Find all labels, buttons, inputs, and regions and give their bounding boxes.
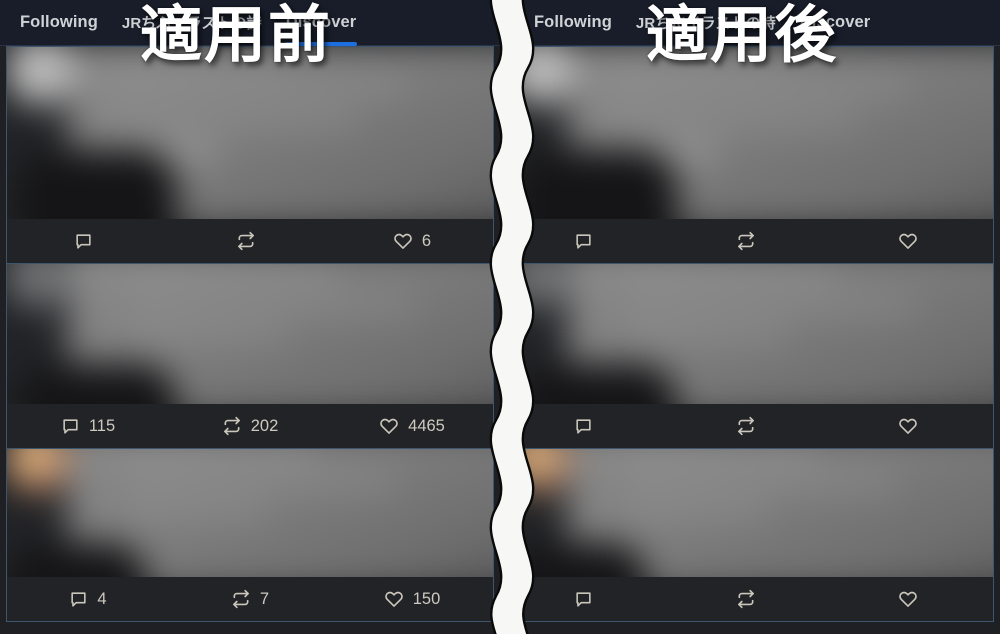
comment-count: 115	[88, 416, 116, 435]
like-action[interactable]	[831, 577, 993, 621]
heart-icon	[379, 416, 399, 436]
like-action[interactable]: 6	[331, 219, 493, 263]
comment-icon	[574, 590, 593, 609]
post-actions: 115 202 4465	[7, 404, 493, 448]
comment-icon	[74, 232, 93, 251]
post-actions: 6	[7, 219, 493, 263]
repost-count: 7	[259, 589, 270, 608]
heart-icon	[384, 589, 404, 609]
feed-after	[500, 46, 1000, 622]
comment-icon	[61, 417, 80, 436]
caption-before: 適用前	[140, 0, 333, 71]
comparison-screenshot: Following JRちぶイラストの詩 Discover 6 115 202 …	[0, 0, 1000, 634]
heart-icon	[393, 231, 413, 251]
post-content-blurred	[507, 47, 993, 219]
panel-after: Following JRちぶイラストの詩 Discover	[500, 0, 1000, 634]
comment-icon	[574, 417, 593, 436]
heart-icon	[898, 231, 918, 251]
repost-icon	[231, 589, 251, 609]
heart-icon	[898, 589, 918, 609]
post-actions	[507, 219, 993, 263]
like-action[interactable]: 4465	[331, 404, 493, 448]
repost-icon	[736, 416, 756, 436]
repost-action[interactable]	[669, 404, 831, 448]
comment-action[interactable]	[507, 577, 669, 621]
comment-action[interactable]: 4	[7, 577, 169, 621]
comment-count: 4	[97, 589, 107, 608]
post-actions	[507, 577, 993, 621]
comment-action[interactable]	[507, 404, 669, 448]
like-action[interactable]	[831, 219, 993, 263]
repost-action[interactable]	[169, 219, 331, 263]
post-card[interactable]: 4 7 150	[6, 449, 494, 622]
repost-count: 202	[250, 416, 279, 435]
repost-action[interactable]: 7	[169, 577, 331, 621]
repost-action[interactable]	[669, 219, 831, 263]
post-actions	[507, 404, 993, 448]
repost-icon	[222, 416, 242, 436]
post-content-blurred	[7, 264, 493, 404]
post-card[interactable]: 115 202 4465	[6, 264, 494, 449]
comment-icon	[69, 590, 88, 609]
post-content-blurred	[7, 47, 493, 219]
feed-before: 6 115 202 4465 4 7 150	[0, 46, 500, 622]
comment-action[interactable]	[507, 219, 669, 263]
like-action[interactable]: 150	[331, 577, 493, 621]
like-count: 4465	[408, 416, 445, 435]
post-content-blurred	[7, 449, 493, 577]
comment-action[interactable]: 115	[7, 404, 169, 448]
repost-icon	[736, 589, 756, 609]
comment-icon	[574, 232, 593, 251]
post-card[interactable]	[506, 449, 994, 622]
post-content-blurred	[507, 449, 993, 577]
repost-icon	[736, 231, 756, 251]
panel-before: Following JRちぶイラストの詩 Discover 6 115 202 …	[0, 0, 500, 634]
post-content-blurred	[507, 264, 993, 404]
like-action[interactable]	[831, 404, 993, 448]
repost-icon	[236, 231, 256, 251]
repost-action[interactable]	[669, 577, 831, 621]
like-count: 150	[412, 589, 441, 608]
post-card[interactable]	[506, 264, 994, 449]
comment-action[interactable]	[7, 219, 169, 263]
post-card[interactable]	[506, 46, 994, 264]
repost-action[interactable]: 202	[169, 404, 331, 448]
heart-icon	[898, 416, 918, 436]
like-count: 6	[421, 231, 432, 250]
caption-after: 適用後	[646, 0, 839, 71]
tab-following[interactable]: Following	[6, 0, 112, 46]
post-card[interactable]: 6	[6, 46, 494, 264]
tab-following[interactable]: Following	[520, 0, 626, 46]
post-actions: 4 7 150	[7, 577, 493, 621]
